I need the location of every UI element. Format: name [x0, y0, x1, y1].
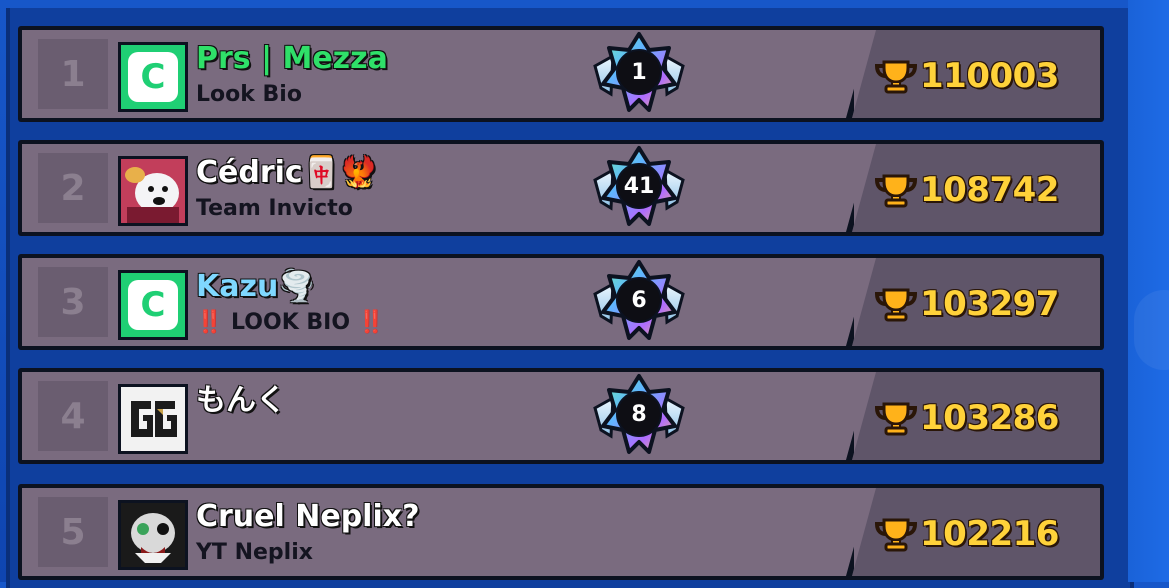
rank-number: 2	[60, 167, 86, 209]
trophy-value: 102216	[920, 514, 1059, 554]
badge-level: 6	[631, 287, 647, 313]
green-c-avatar-icon: C	[118, 270, 188, 340]
row-panel: 3 C Kazu🌪️ ‼️ LOOK BIO ‼️ 6 103297	[22, 258, 1100, 346]
player-club: Look Bio	[196, 82, 302, 107]
player-name[interactable]: Prs | Mezza	[196, 42, 388, 76]
rank-box: 3	[38, 267, 108, 337]
rank-box: 5	[38, 497, 108, 567]
rank-number: 5	[60, 511, 86, 553]
leaderboard-row[interactable]: 4 もんく 8 103286	[18, 368, 1104, 464]
row-panel: 2 Cédric🀄🐦‍🔥 Team Invicto	[22, 144, 1100, 232]
scroll-gutter	[1128, 0, 1169, 582]
player-club: Team Invicto	[196, 196, 353, 221]
row-panel: 5 Cruel Neplix? YT Neplix 102216	[22, 488, 1100, 576]
green-c-avatar-icon: C	[118, 42, 188, 112]
badge-level: 8	[631, 401, 647, 427]
player-club: ‼️ LOOK BIO ‼️	[196, 310, 386, 335]
rank-badge: 8	[587, 372, 691, 460]
rank-number: 4	[60, 395, 86, 437]
player-name[interactable]: Cruel Neplix?	[196, 500, 420, 534]
player-name[interactable]: Kazu🌪️	[196, 270, 316, 304]
skull-avatar-icon	[118, 500, 188, 570]
trophy-icon	[874, 518, 918, 552]
leaderboard-row[interactable]: 1 C Prs | Mezza Look Bio 1 110003	[18, 26, 1104, 122]
player-name[interactable]: もんく	[196, 384, 286, 418]
trophy-value: 103297	[920, 284, 1059, 324]
trophy-value: 108742	[920, 170, 1059, 210]
leaderboard-row[interactable]: 3 C Kazu🌪️ ‼️ LOOK BIO ‼️ 6 103297	[18, 254, 1104, 350]
gg-logo-avatar-icon	[118, 384, 188, 454]
trophy-icon	[874, 60, 918, 94]
rank-number: 1	[60, 53, 86, 95]
rank-badge: 6	[587, 258, 691, 346]
rank-box: 1	[38, 39, 108, 109]
trophy-icon	[874, 402, 918, 436]
badge-level: 1	[631, 59, 647, 85]
trophy-value: 103286	[920, 398, 1059, 438]
leaderboard-row[interactable]: 2 Cédric🀄🐦‍🔥 Team Invicto	[18, 140, 1104, 236]
trophy-count: 102216	[874, 512, 1059, 556]
player-name[interactable]: Cédric🀄🐦‍🔥	[196, 156, 377, 190]
leaderboard-row[interactable]: 5 Cruel Neplix? YT Neplix 102216	[18, 484, 1104, 580]
polar-bear-avatar-icon	[118, 156, 188, 226]
rank-box: 2	[38, 153, 108, 223]
trophy-count: 108742	[874, 168, 1059, 212]
trophy-count: 110003	[874, 54, 1059, 98]
row-panel: 1 C Prs | Mezza Look Bio 1 110003	[22, 30, 1100, 118]
rank-badge: 1	[587, 30, 691, 118]
trophy-icon	[874, 288, 918, 322]
rank-box: 4	[38, 381, 108, 451]
trophy-count: 103297	[874, 282, 1059, 326]
trophy-value: 110003	[920, 56, 1059, 96]
player-club: YT Neplix	[196, 540, 313, 565]
rank-badge: 41	[587, 144, 691, 232]
trophy-count: 103286	[874, 396, 1059, 440]
rank-number: 3	[60, 281, 86, 323]
trophy-icon	[874, 174, 918, 208]
row-panel: 4 もんく 8 103286	[22, 372, 1100, 460]
badge-level: 41	[623, 173, 655, 199]
